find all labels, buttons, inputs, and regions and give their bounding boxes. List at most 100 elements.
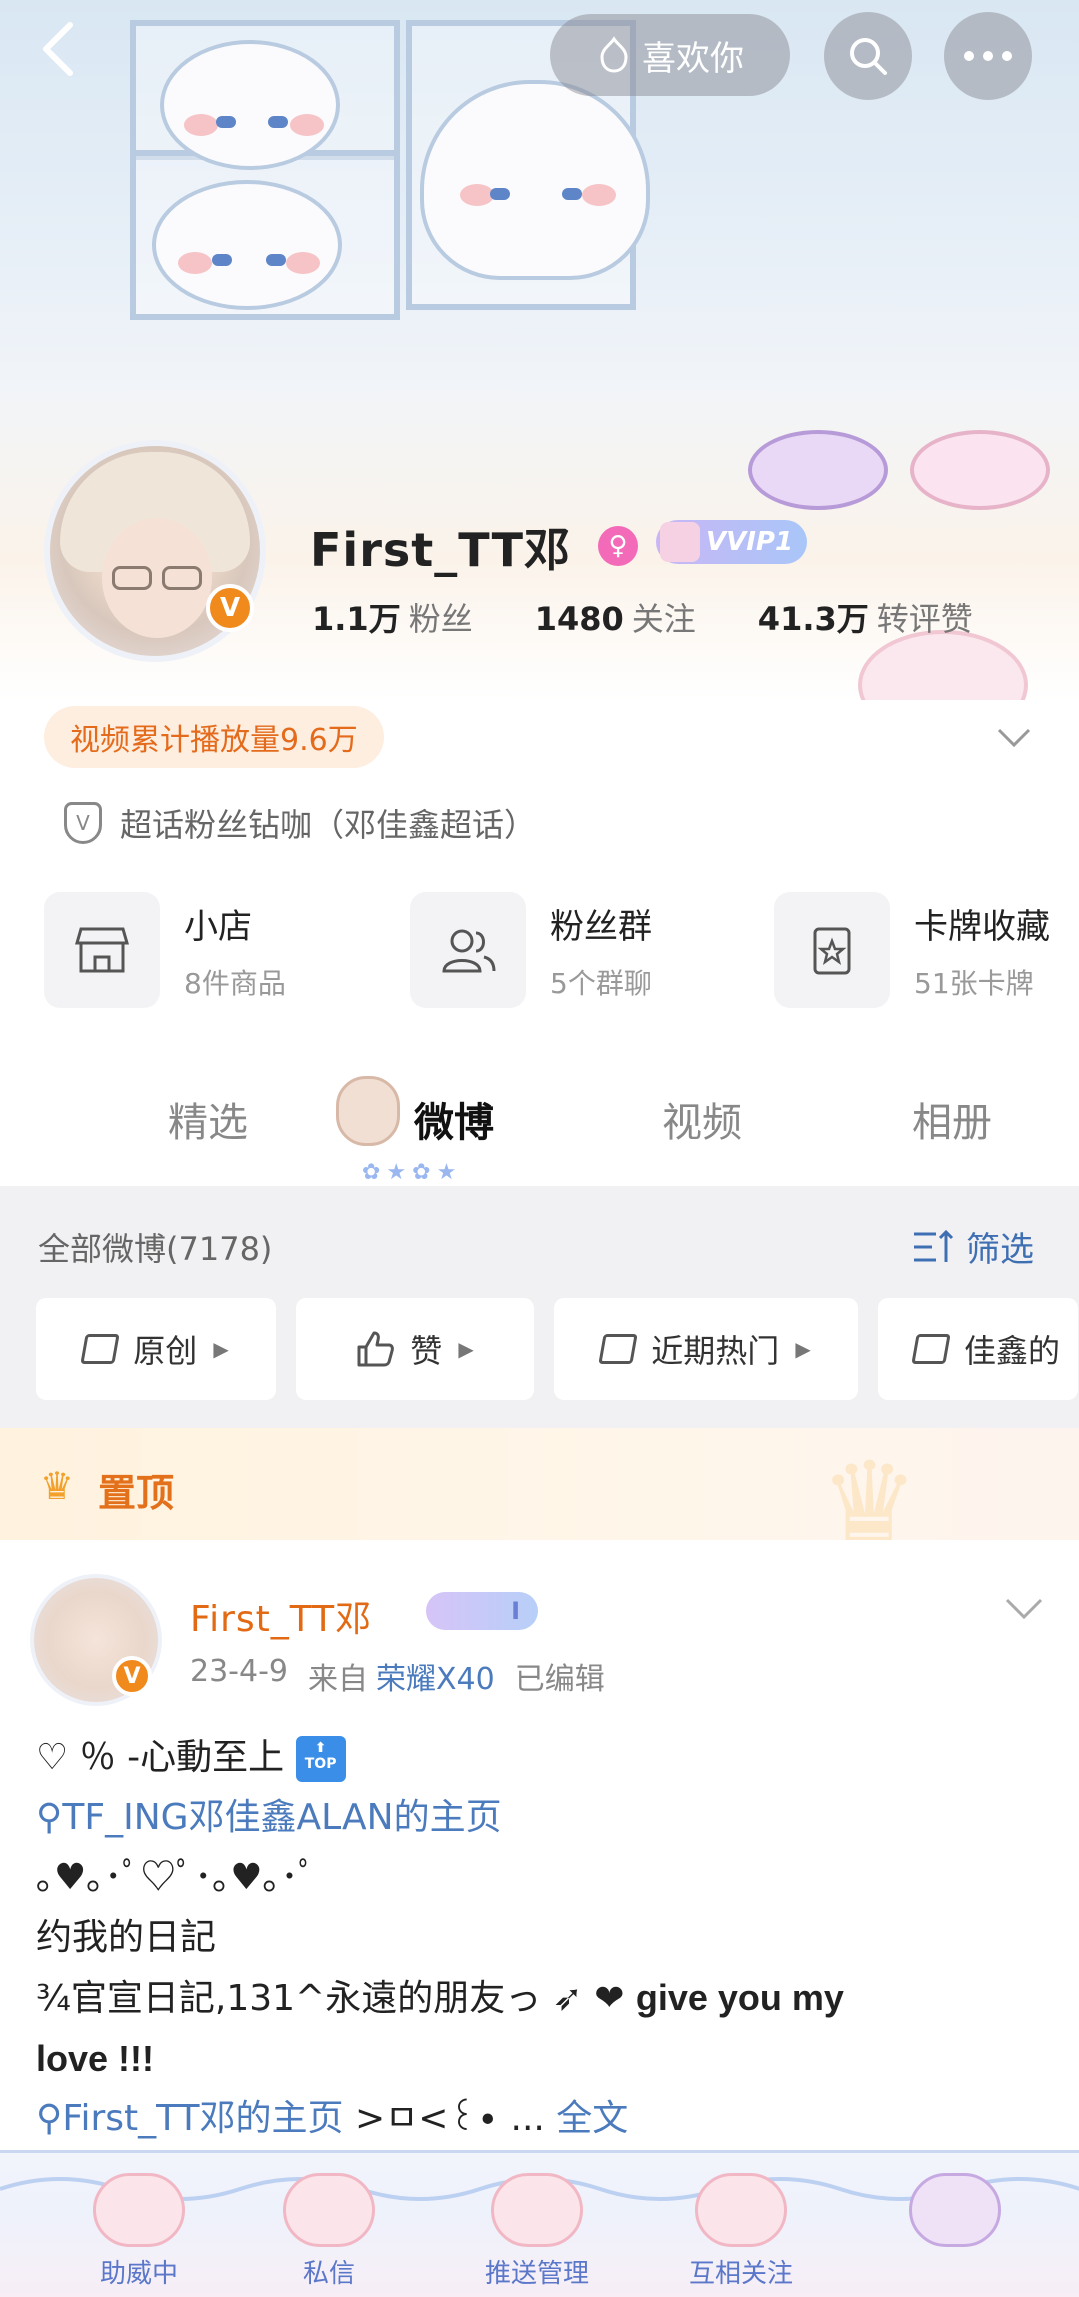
feed-title: 全部微博(7178)	[38, 1230, 273, 1268]
chevron-down-icon	[997, 728, 1031, 748]
post-menu-button[interactable]	[1004, 1590, 1044, 1630]
feed-chips: 原创 ▶ 赞 ▶ 近期热门 ▶ 佳鑫的	[36, 1298, 1078, 1400]
vip-badge[interactable]: VVIP1	[656, 520, 808, 564]
crown-icon: ♛	[40, 1464, 75, 1508]
user-icon: ⚲	[36, 2098, 63, 2139]
search-icon	[850, 38, 887, 75]
more-dots-icon	[964, 51, 1012, 61]
chip-label: 佳鑫的	[964, 1332, 1061, 1370]
chip-label: 赞	[410, 1332, 443, 1370]
card-icon	[774, 892, 890, 1008]
bunny-illustration	[152, 180, 342, 310]
expand-profile-button[interactable]	[996, 718, 1032, 758]
pinned-label: 置顶	[98, 1471, 175, 1515]
super-topic-row[interactable]: V 超话粉丝钻咖（邓佳鑫超话）	[64, 798, 536, 848]
video-play-count: 视频累计播放量9.6万	[44, 706, 384, 768]
profile-username: First_TT邓	[310, 523, 572, 577]
service-title: 卡牌收藏	[914, 906, 1050, 947]
tab-featured[interactable]: 精选	[168, 1090, 248, 1148]
pinned-header: ♛ 置顶 ♛	[0, 1428, 1079, 1566]
profile-stats: 1.1万 粉丝 1480 关注 41.3万 转评赞	[312, 594, 973, 640]
verified-badge: V	[112, 1656, 152, 1696]
post-line: ⚲First_TT邓的主页 >ㅁ<꒰∙ ... 全文	[36, 2089, 1046, 2149]
bear-icon	[909, 2173, 1001, 2247]
feed-filter-bar: 全部微博(7178) 筛选 原创 ▶ 赞 ▶ 近期热门 ▶ 佳鑫的	[0, 1186, 1079, 1428]
post-text: ｡♥｡･ﾟ♡ﾟ･｡♥｡･ﾟ	[36, 1857, 317, 1898]
bear-sticker	[880, 2173, 1030, 2293]
filter-button[interactable]: 筛选	[912, 1222, 1034, 1271]
chip-jiaxin[interactable]: 佳鑫的	[878, 1298, 1078, 1400]
female-icon: ♀	[598, 526, 638, 566]
vip-mascot-icon	[660, 522, 700, 562]
back-button[interactable]	[28, 8, 88, 90]
service-subtitle: 5个群聊	[550, 966, 652, 1000]
layers-icon	[911, 1334, 951, 1364]
message-button[interactable]: 私信	[254, 2173, 404, 2293]
mention-link[interactable]: ⚲TF_ING邓佳鑫ALAN的主页	[36, 1788, 1046, 1848]
bottom-label: 私信	[302, 2259, 355, 2289]
push-settings-button[interactable]: 推送管理	[462, 2173, 612, 2293]
like-you-button[interactable]: 喜欢你	[550, 14, 790, 96]
post-line: ¾官宣日記,131^永遠的朋友っ ➶ ❤ give you my	[36, 1968, 1046, 2029]
post-vip-badge: I	[426, 1592, 538, 1630]
post-device[interactable]: 荣耀X40	[376, 1654, 495, 1698]
service-shop[interactable]: 小店 8件商品	[44, 892, 286, 1008]
user-icon: ⚲	[36, 1797, 63, 1838]
stat-following[interactable]: 1480 关注	[535, 594, 696, 640]
bottom-label: 互相关注	[688, 2259, 793, 2289]
filter-label: 筛选	[966, 1230, 1034, 1270]
post-text: ¾官宣日記,131^永遠的朋友っ ➶ ❤	[36, 1978, 636, 2019]
caret-right-icon: ▶	[458, 1337, 474, 1361]
crown-watermark-icon: ♛	[820, 1438, 919, 1566]
bunny-sticker	[910, 430, 1050, 510]
post-source-prefix: 来自	[308, 1662, 368, 1697]
chevron-down-icon	[1005, 1598, 1043, 1620]
mention-link[interactable]: ⚲First_TT邓的主页	[36, 2098, 344, 2139]
post-line: ♡ ％ -心動至上 ⬆ TOP	[36, 1728, 1046, 1788]
chip-label: 原创	[133, 1332, 198, 1370]
stat-value: 1.1万	[312, 600, 401, 638]
post-body[interactable]: ♡ ％ -心動至上 ⬆ TOP ⚲TF_ING邓佳鑫ALAN的主页 ｡♥｡･ﾟ♡ﾟ…	[36, 1728, 1046, 2149]
service-title: 小店	[184, 906, 252, 947]
chip-recent-hot[interactable]: 近期热门 ▶	[554, 1298, 858, 1400]
post-date: 23-4-9	[190, 1654, 288, 1689]
bunny-illustration	[420, 80, 650, 280]
caret-right-icon: ▶	[213, 1337, 229, 1361]
stat-followers[interactable]: 1.1万 粉丝	[312, 594, 473, 640]
stat-label: 转评赞	[876, 600, 973, 638]
mutual-follow-button[interactable]: 互相关注	[666, 2173, 816, 2293]
bottom-label: 推送管理	[484, 2259, 589, 2289]
stat-reposts-likes[interactable]: 41.3万 转评赞	[758, 594, 973, 640]
chip-original[interactable]: 原创 ▶	[36, 1298, 276, 1400]
tab-video[interactable]: 视频	[662, 1090, 742, 1148]
stat-value: 1480	[534, 600, 624, 638]
chip-label: 近期热门	[651, 1332, 780, 1370]
more-button[interactable]	[944, 12, 1032, 100]
filter-icon	[914, 1229, 954, 1262]
service-card-collection[interactable]: 卡牌收藏 51张卡牌	[774, 892, 1050, 1008]
layers-icon	[598, 1334, 638, 1364]
bunny-illustration	[160, 40, 340, 170]
mention-text: TF_ING邓佳鑫ALAN的主页	[62, 1797, 502, 1838]
cheer-button[interactable]: 助威中	[64, 2173, 214, 2293]
post-meta: 23-4-9 来自 荣耀X40 已编辑	[190, 1654, 605, 1698]
post-text: >ㅁ<꒰∙ ...	[343, 2098, 545, 2139]
tab-weibo[interactable]: 微博	[414, 1090, 494, 1148]
chip-liked[interactable]: 赞 ▶	[296, 1298, 534, 1400]
bear-tab-icon	[336, 1076, 400, 1146]
bottom-action-bar: 助威中 私信 推送管理 互相关注	[0, 2150, 1079, 2297]
service-fan-group[interactable]: 粉丝群 5个群聊	[410, 892, 652, 1008]
full-text-link[interactable]: 全文	[556, 2098, 628, 2139]
service-subtitle: 51张卡牌	[914, 966, 1034, 1000]
hand-icon	[600, 36, 628, 73]
post-author-name[interactable]: First_TT邓	[190, 1590, 372, 1642]
super-topic-label: 超话粉丝钻咖（邓佳鑫超话）	[120, 806, 537, 844]
stat-label: 粉丝	[408, 600, 473, 638]
post-text-bold: love !!!	[36, 2038, 155, 2079]
tab-album[interactable]: 相册	[912, 1090, 992, 1148]
bunny-push-icon	[491, 2173, 583, 2247]
search-button[interactable]	[824, 12, 912, 100]
bunny-message-icon	[283, 2173, 375, 2247]
bunny-sticker	[748, 430, 888, 510]
post-text: ♡ ％ -心動至上	[36, 1737, 285, 1778]
